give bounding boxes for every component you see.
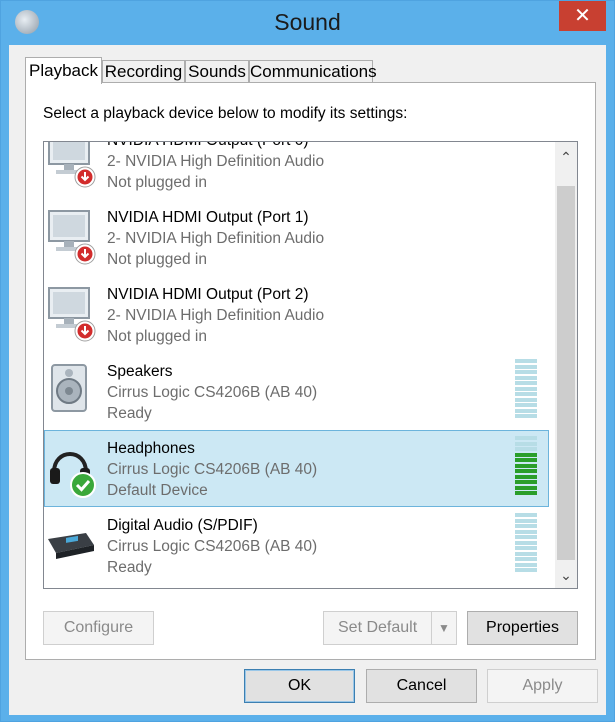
meter-segment — [515, 359, 537, 363]
device-row[interactable]: Digital Audio (S/PDIF) Cirrus Logic CS420… — [44, 507, 549, 584]
cancel-button[interactable]: Cancel — [366, 669, 477, 703]
device-driver: Cirrus Logic CS4206B (AB 40) — [107, 538, 318, 555]
volume-meter — [515, 436, 537, 496]
ok-button[interactable]: OK — [244, 669, 355, 703]
meter-segment — [515, 524, 537, 528]
device-list[interactable]: NVIDIA HDMI Output (Port 0) 2- NVIDIA Hig… — [43, 141, 578, 589]
meter-segment — [515, 370, 537, 374]
device-status: Ready — [107, 405, 152, 422]
tab-recording[interactable]: Recording — [102, 60, 185, 82]
meter-segment — [515, 551, 537, 556]
meter-segment — [515, 540, 537, 545]
set-default-dropdown-icon[interactable]: ▼ — [431, 612, 456, 644]
list-scrollbar[interactable]: ⌃ ⌄ — [555, 142, 577, 588]
meter-segment — [515, 436, 537, 440]
meter-segment — [515, 452, 537, 457]
device-row[interactable]: NVIDIA HDMI Output (Port 1) 2- NVIDIA Hig… — [44, 199, 549, 276]
device-name: Speakers — [107, 363, 173, 380]
meter-segment — [515, 469, 537, 473]
device-name: Headphones — [107, 440, 195, 457]
configure-button[interactable]: Configure — [43, 611, 154, 645]
properties-button[interactable]: Properties — [467, 611, 578, 645]
meter-segment — [515, 458, 537, 462]
set-default-button[interactable]: Set Default ▼ — [323, 611, 457, 645]
playback-panel: Select a playback device below to modify… — [25, 82, 596, 660]
meter-segment — [515, 491, 537, 495]
device-row[interactable]: Speakers Cirrus Logic CS4206B (AB 40) Read… — [44, 353, 549, 430]
meter-segment — [515, 513, 537, 517]
meter-segment — [515, 364, 537, 369]
device-row[interactable]: NVIDIA HDMI Output (Port 0) 2- NVIDIA Hig… — [44, 142, 549, 199]
title-bar[interactable]: Sound ✕ — [1, 1, 614, 45]
device-status: Not plugged in — [107, 328, 207, 345]
meter-segment — [515, 568, 537, 572]
tab-communications[interactable]: Communications — [249, 60, 377, 82]
meter-segment — [515, 557, 537, 561]
window-title: Sound — [274, 9, 341, 35]
meter-segment — [515, 386, 537, 391]
volume-meter — [515, 513, 537, 573]
meter-segment — [515, 535, 537, 539]
tab-sounds[interactable]: Sounds — [185, 60, 249, 82]
receiver-icon — [46, 515, 96, 571]
speaker-icon — [46, 361, 96, 417]
scroll-thumb[interactable] — [557, 186, 575, 560]
dialog-body: Playback Recording Sounds Communications… — [9, 45, 606, 715]
device-status: Not plugged in — [107, 174, 207, 191]
volume-meter — [515, 359, 537, 419]
device-rows: NVIDIA HDMI Output (Port 0) 2- NVIDIA Hig… — [44, 142, 549, 584]
meter-segment — [515, 414, 537, 418]
device-driver: Cirrus Logic CS4206B (AB 40) — [107, 384, 318, 401]
meter-segment — [515, 518, 537, 523]
meter-segment — [515, 546, 537, 550]
instruction-text: Select a playback device below to modify… — [43, 105, 408, 122]
device-name: NVIDIA HDMI Output (Port 2) — [107, 286, 309, 303]
meter-segment — [515, 403, 537, 407]
meter-segment — [515, 375, 537, 380]
meter-segment — [515, 392, 537, 396]
close-button[interactable]: ✕ — [559, 1, 606, 31]
device-driver: 2- NVIDIA High Definition Audio — [107, 307, 325, 324]
meter-segment — [515, 463, 537, 468]
device-row[interactable]: Headphones Cirrus Logic CS4206B (AB 40) De… — [44, 430, 549, 507]
monitor-icon — [46, 284, 96, 342]
device-driver: Cirrus Logic CS4206B (AB 40) — [107, 461, 318, 478]
meter-segment — [515, 562, 537, 567]
meter-segment — [515, 441, 537, 446]
meter-segment — [515, 408, 537, 413]
tab-playback[interactable]: Playback — [25, 57, 102, 84]
scroll-up-icon[interactable]: ⌃ — [555, 146, 577, 168]
meter-segment — [515, 381, 537, 385]
set-default-label: Set Default — [338, 619, 418, 636]
meter-segment — [515, 485, 537, 490]
device-status: Default Device — [107, 482, 208, 499]
apply-button[interactable]: Apply — [487, 669, 598, 703]
meter-segment — [515, 480, 537, 484]
monitor-icon — [46, 207, 96, 265]
device-driver: 2- NVIDIA High Definition Audio — [107, 153, 325, 170]
meter-segment — [515, 474, 537, 479]
scroll-down-icon[interactable]: ⌄ — [555, 564, 577, 586]
meter-segment — [515, 447, 537, 451]
meter-segment — [515, 397, 537, 402]
device-name: NVIDIA HDMI Output (Port 1) — [107, 209, 309, 226]
device-status: Ready — [107, 559, 152, 576]
meter-segment — [515, 529, 537, 534]
monitor-icon — [46, 142, 96, 188]
device-name: NVIDIA HDMI Output (Port 0) — [107, 142, 309, 150]
headphones-icon — [46, 438, 96, 498]
device-row[interactable]: NVIDIA HDMI Output (Port 2) 2- NVIDIA Hig… — [44, 276, 549, 353]
sound-dialog: Sound ✕ Playback Recording Sounds Commun… — [0, 0, 615, 722]
device-driver: 2- NVIDIA High Definition Audio — [107, 230, 325, 247]
device-name: Digital Audio (S/PDIF) — [107, 517, 258, 534]
device-status: Not plugged in — [107, 251, 207, 268]
